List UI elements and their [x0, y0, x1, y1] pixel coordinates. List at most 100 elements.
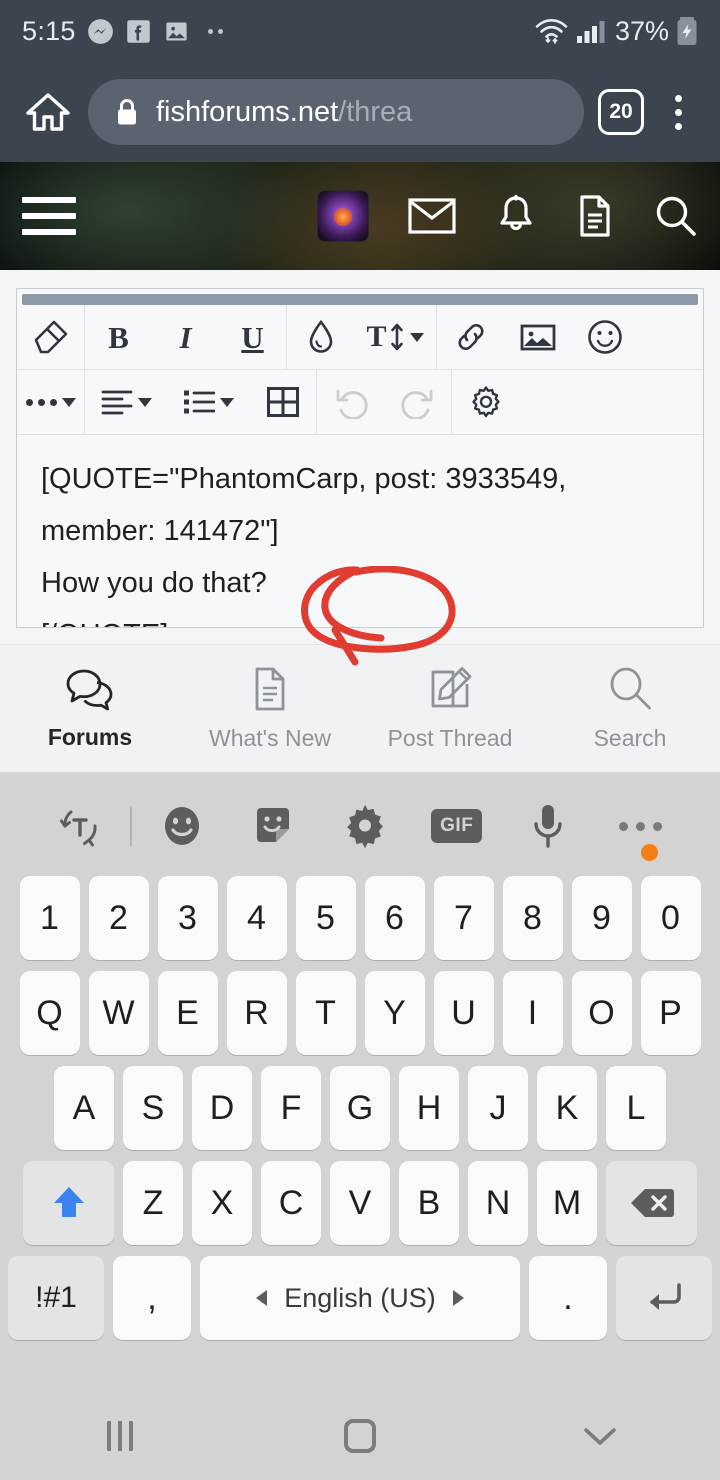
space-key[interactable]: English (US): [200, 1256, 520, 1340]
key-6[interactable]: 6: [364, 876, 425, 960]
key-u[interactable]: U: [433, 971, 494, 1055]
key-o[interactable]: O: [571, 971, 632, 1055]
key-g[interactable]: G: [330, 1066, 390, 1150]
document-icon[interactable]: [576, 194, 614, 238]
phone-screen: 5:15 37% fishforums.net/threa 20 B I U T…: [0, 0, 720, 1480]
key-8[interactable]: 8: [502, 876, 563, 960]
key-m[interactable]: M: [537, 1161, 597, 1245]
key-0[interactable]: 0: [640, 876, 701, 960]
key-v[interactable]: V: [330, 1161, 390, 1245]
avatar[interactable]: [318, 191, 368, 241]
key-w[interactable]: W: [88, 971, 149, 1055]
key-c[interactable]: C: [261, 1161, 321, 1245]
key-y[interactable]: Y: [364, 971, 425, 1055]
key-a[interactable]: A: [54, 1066, 114, 1150]
key-x[interactable]: X: [192, 1161, 252, 1245]
font-size-button[interactable]: T: [354, 305, 436, 370]
keyboard-settings-button[interactable]: [319, 803, 411, 849]
chevron-down-icon: [219, 397, 234, 407]
backspace-key[interactable]: [606, 1161, 697, 1245]
key-p[interactable]: P: [640, 971, 701, 1055]
key-l[interactable]: L: [606, 1066, 666, 1150]
redo-button[interactable]: [384, 370, 451, 435]
key-f[interactable]: F: [261, 1066, 321, 1150]
editor-settings-button[interactable]: [452, 370, 519, 435]
key-3[interactable]: 3: [157, 876, 218, 960]
key-i[interactable]: I: [502, 971, 563, 1055]
key-e[interactable]: E: [157, 971, 218, 1055]
key-s[interactable]: S: [123, 1066, 183, 1150]
enter-key[interactable]: [616, 1256, 712, 1340]
remove-formatting-button[interactable]: [17, 305, 84, 370]
tab-switcher-button[interactable]: 20: [598, 89, 644, 135]
period-key[interactable]: .: [529, 1256, 607, 1340]
key-t[interactable]: T: [295, 971, 356, 1055]
home-button[interactable]: [22, 86, 74, 138]
nav-item-whats-new[interactable]: What's New: [180, 666, 360, 752]
url-bar[interactable]: fishforums.net/threa: [88, 79, 584, 145]
home-button[interactable]: [240, 1419, 480, 1453]
messenger-icon: [87, 18, 113, 44]
browser-menu-button[interactable]: [658, 86, 698, 138]
more-notifications-dots: [207, 28, 223, 34]
gear-icon: [471, 386, 500, 418]
key-q[interactable]: Q: [19, 971, 80, 1055]
microphone-button[interactable]: [503, 802, 595, 850]
prev-language-arrow-icon[interactable]: [256, 1290, 268, 1306]
keyboard-overflow-button[interactable]: [594, 821, 686, 861]
key-2[interactable]: 2: [88, 876, 149, 960]
nav-item-post-thread[interactable]: Post Thread: [360, 666, 540, 752]
gif-button[interactable]: GIF: [411, 809, 503, 843]
emoji-button[interactable]: [136, 803, 228, 849]
text-color-button[interactable]: [287, 305, 354, 370]
undo-button[interactable]: [317, 370, 384, 435]
list-button[interactable]: [167, 370, 249, 435]
bold-button[interactable]: B: [85, 305, 152, 370]
key-n[interactable]: N: [468, 1161, 528, 1245]
key-h[interactable]: H: [399, 1066, 459, 1150]
nav-item-search[interactable]: Search: [540, 666, 720, 752]
nav-item-forums[interactable]: Forums: [0, 667, 180, 751]
key-4[interactable]: 4: [226, 876, 287, 960]
editor-content[interactable]: [QUOTE="PhantomCarp, post: 3933549, memb…: [17, 435, 703, 627]
comma-key[interactable]: ,: [113, 1256, 191, 1340]
key-j[interactable]: J: [468, 1066, 528, 1150]
key-d[interactable]: D: [192, 1066, 252, 1150]
underline-button[interactable]: U: [219, 305, 286, 370]
key-k[interactable]: K: [537, 1066, 597, 1150]
insert-emoji-button[interactable]: [571, 305, 638, 370]
mail-icon[interactable]: [408, 197, 456, 235]
text-rotate-button[interactable]: [34, 804, 126, 848]
symbols-key[interactable]: !#1: [8, 1256, 104, 1340]
recents-button[interactable]: [0, 1421, 240, 1451]
sticker-button[interactable]: [227, 804, 319, 848]
key-5[interactable]: 5: [295, 876, 356, 960]
insert-link-button[interactable]: [437, 305, 504, 370]
text-align-button[interactable]: [85, 370, 167, 435]
key-b[interactable]: B: [399, 1161, 459, 1245]
editor-grip-bar[interactable]: [22, 294, 698, 305]
key-1[interactable]: 1: [19, 876, 80, 960]
overflow-dots-icon: [618, 821, 662, 831]
italic-button[interactable]: I: [152, 305, 219, 370]
next-language-arrow-icon[interactable]: [452, 1290, 464, 1306]
key-r[interactable]: R: [226, 971, 287, 1055]
key-z[interactable]: Z: [123, 1161, 183, 1245]
space-key-content: English (US): [256, 1283, 464, 1314]
status-bar-right: 37%: [534, 16, 698, 47]
image-icon: [520, 324, 555, 351]
url-text: fishforums.net/threa: [156, 96, 412, 129]
nav-label-whats-new: What's New: [209, 724, 331, 751]
insert-table-button[interactable]: [249, 370, 316, 435]
hamburger-menu-icon[interactable]: [22, 197, 76, 235]
key-9[interactable]: 9: [571, 876, 632, 960]
bell-icon[interactable]: [496, 194, 536, 238]
forum-header-icons: [318, 191, 698, 241]
more-options-button[interactable]: [17, 370, 84, 435]
hide-keyboard-button[interactable]: [480, 1422, 720, 1450]
shift-key[interactable]: [23, 1161, 114, 1245]
tab-count-label: 20: [609, 100, 633, 123]
key-7[interactable]: 7: [433, 876, 494, 960]
search-icon[interactable]: [654, 194, 698, 238]
insert-image-button[interactable]: [504, 305, 571, 370]
